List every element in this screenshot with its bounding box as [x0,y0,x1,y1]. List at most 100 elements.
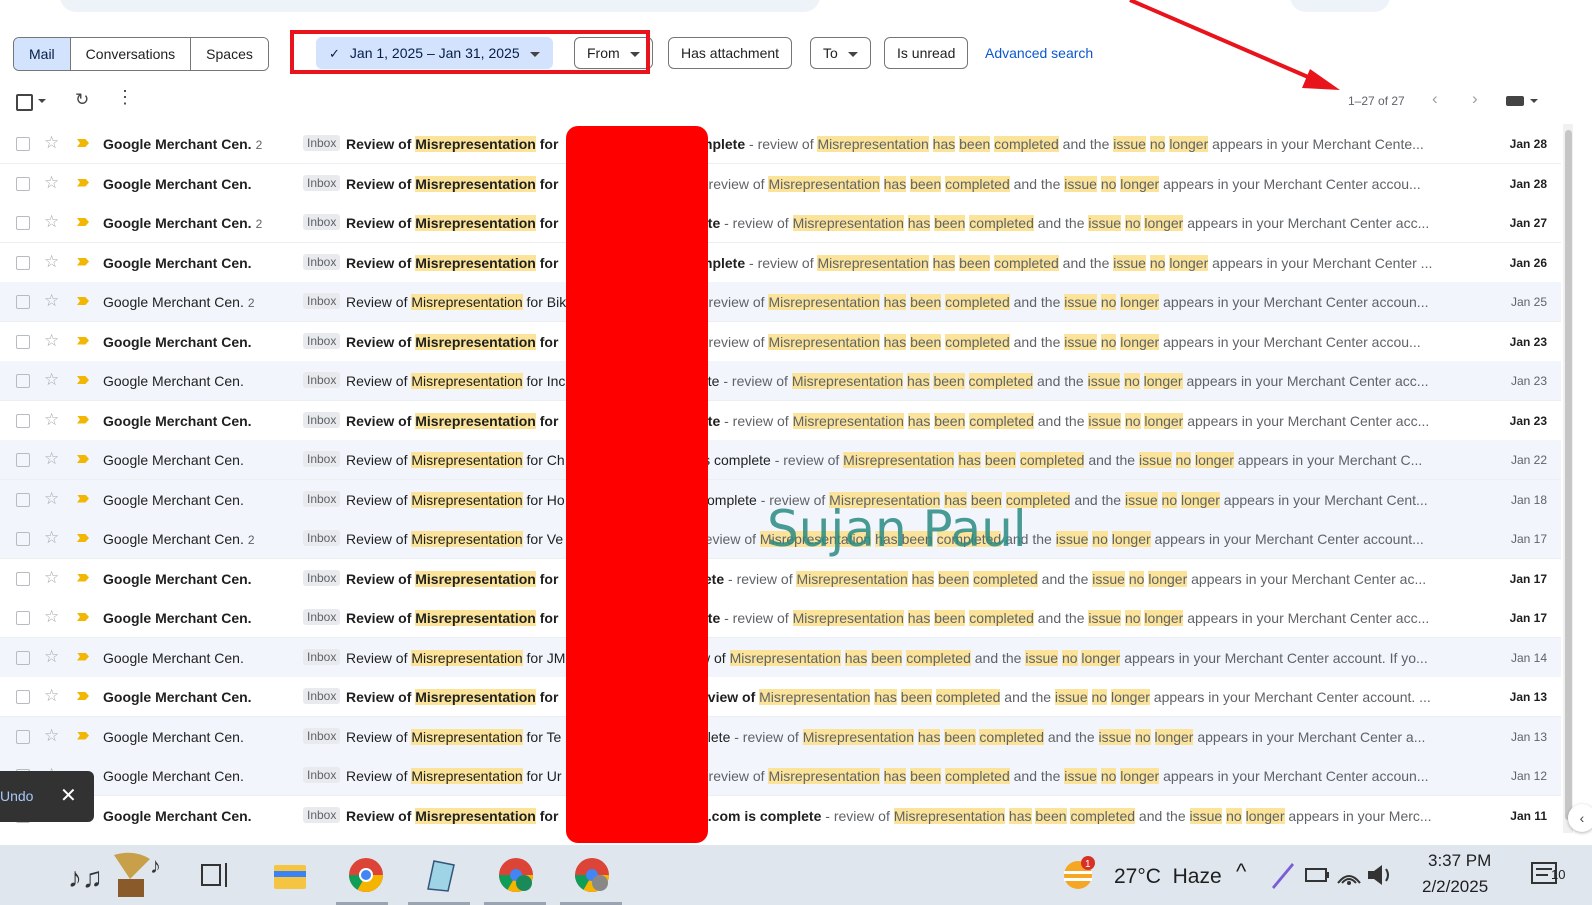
chevron-right-icon[interactable]: › [1472,89,1478,109]
important-marker-icon[interactable] [77,455,89,463]
inbox-label[interactable]: Inbox [303,530,341,546]
chrome-profile-icon[interactable] [572,855,612,895]
row-checkbox[interactable] [16,453,30,467]
inbox-label[interactable]: Inbox [303,490,341,507]
select-menu-caret-icon[interactable] [38,99,46,103]
star-icon[interactable]: ☆ [44,647,59,667]
row-checkbox[interactable] [16,137,30,151]
row-checkbox[interactable] [16,295,30,309]
important-marker-icon[interactable] [77,139,89,147]
important-marker-icon[interactable] [77,415,89,424]
row-checkbox[interactable] [16,492,30,507]
inbox-label[interactable]: Inbox [303,727,341,744]
email-row[interactable]: ☆Google Merchant Cen.InboxReview of Misr… [0,677,1561,717]
email-row[interactable]: ☆Google Merchant Cen.InboxReview of Misr… [0,163,1561,204]
inbox-label[interactable]: Inbox [303,174,341,191]
battery-icon[interactable] [1302,855,1332,895]
scrollbar-thumb[interactable] [1565,130,1572,820]
inbox-label[interactable]: Inbox [303,609,341,625]
email-row[interactable]: ☆Google Merchant Cen.InboxReview of Misr… [0,795,1561,833]
email-row[interactable]: ☆Google Merchant Cen.InboxReview of Misr… [0,558,1561,599]
row-checkbox[interactable] [16,216,30,230]
star-icon[interactable]: ☆ [44,726,59,746]
music-gramophone-icon[interactable]: ♪♫ ♪ [64,849,174,901]
row-checkbox[interactable] [16,650,30,665]
email-row[interactable]: ☆Google Merchant Cen.InboxReview of Misr… [0,361,1561,401]
star-icon[interactable]: ☆ [44,291,59,311]
row-checkbox[interactable] [16,571,30,586]
email-row[interactable]: ☆Google Merchant Cen.InboxReview of Misr… [0,440,1561,480]
important-marker-icon[interactable] [77,652,89,661]
side-panel-toggle-icon[interactable]: ‹ [1568,804,1592,832]
inbox-label[interactable]: Inbox [303,767,341,783]
clock-time[interactable]: 3:37 PM [1428,851,1491,871]
email-row[interactable]: ☆Google Merchant Cen.InboxReview of Misr… [0,716,1561,757]
input-tools-caret-icon[interactable] [1530,99,1538,103]
inbox-label[interactable]: Inbox [303,688,341,704]
star-icon[interactable]: ☆ [44,449,59,469]
email-row[interactable]: ☆Google Merchant Cen.InboxReview of Misr… [0,598,1561,638]
important-marker-icon[interactable] [77,731,89,740]
important-marker-icon[interactable] [77,692,89,700]
refresh-icon[interactable]: ↻ [75,90,89,110]
advanced-search-link[interactable]: Advanced search [985,37,1093,69]
important-marker-icon[interactable] [77,336,89,345]
email-row[interactable]: ☆Google Merchant Cen.InboxReview of Misr… [0,242,1561,283]
weather-readout[interactable]: 27°C Haze [1114,865,1222,889]
clock-date[interactable]: 2/2/2025 [1422,877,1488,897]
email-row[interactable]: ☆ Google Merchant Cen. 2 Inbox Review of Mis… [0,124,1561,164]
star-icon[interactable]: ☆ [44,528,59,548]
inbox-label[interactable]: Inbox [303,214,341,230]
inbox-label[interactable]: Inbox [303,332,341,349]
row-checkbox[interactable] [16,690,30,704]
to-chip[interactable]: To [810,37,871,69]
pen-icon[interactable] [1266,855,1296,895]
star-icon[interactable]: ☆ [44,489,59,509]
select-all-checkbox[interactable] [16,94,33,111]
row-checkbox[interactable] [16,532,30,546]
is-unread-chip[interactable]: Is unread [884,37,969,69]
inbox-label[interactable]: Inbox [303,648,341,665]
inbox-label[interactable]: Inbox [303,135,341,151]
file-explorer-icon[interactable] [270,855,310,895]
inbox-label[interactable]: Inbox [303,569,341,586]
search-bar[interactable] [60,0,820,12]
star-icon[interactable]: ☆ [44,331,59,351]
keyboard-icon[interactable] [1506,96,1524,106]
email-row[interactable]: ☆Google Merchant Cen.InboxReview of Misr… [0,756,1561,796]
email-row[interactable]: ☆Google Merchant Cen.InboxReview of Misr… [0,321,1561,362]
email-row[interactable]: ☆Google Merchant Cen.InboxReview of Misr… [0,400,1561,441]
inbox-label[interactable]: Inbox [303,411,341,428]
inbox-label[interactable]: Inbox [303,253,341,270]
volume-icon[interactable] [1364,855,1394,895]
row-checkbox[interactable] [16,176,30,191]
chrome-icon[interactable] [346,855,386,895]
important-marker-icon[interactable] [77,178,89,187]
email-row[interactable]: ☆ Google Merchant Cen. 2 Inbox Review of Mis… [0,203,1561,243]
important-marker-icon[interactable] [77,218,89,226]
wifi-icon[interactable] [1334,855,1364,895]
has-attachment-chip[interactable]: Has attachment [668,37,793,69]
star-icon[interactable]: ☆ [44,173,59,193]
important-marker-icon[interactable] [77,573,89,582]
email-row[interactable]: ☆ Google Merchant Cen. 2 Inbox Review of Mis… [0,282,1561,322]
star-icon[interactable]: ☆ [44,133,59,153]
row-checkbox[interactable] [16,611,30,625]
close-icon[interactable]: ✕ [60,783,77,808]
row-checkbox[interactable] [16,255,30,270]
row-checkbox[interactable] [16,413,30,428]
star-icon[interactable]: ☆ [44,252,59,272]
star-icon[interactable]: ☆ [44,410,59,430]
star-icon[interactable]: ☆ [44,686,59,706]
weather-icon[interactable]: 1 [1058,855,1098,895]
star-icon[interactable]: ☆ [44,370,59,390]
tab-conversations[interactable]: Conversations [70,38,192,70]
star-icon[interactable]: ☆ [44,212,59,232]
row-checkbox[interactable] [16,729,30,744]
chevron-left-icon[interactable]: ‹ [1432,89,1438,109]
more-options-icon[interactable]: ⋮ [116,88,134,106]
inbox-label[interactable]: Inbox [303,293,341,309]
inbox-label[interactable]: Inbox [303,806,341,823]
tab-spaces[interactable]: Spaces [191,38,268,70]
important-marker-icon[interactable] [77,494,89,503]
